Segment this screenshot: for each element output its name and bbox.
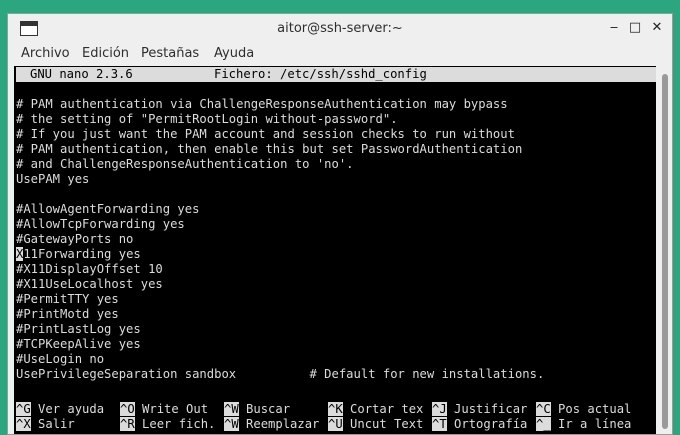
editor-line: # PAM authentication, then enable this b… xyxy=(16,142,523,156)
shortcut-leer-fich: ^R Leer fich. xyxy=(120,417,216,431)
window-title: aitor@ssh-server:~ xyxy=(277,21,403,36)
editor-line-rest: 11Forwarding yes xyxy=(23,247,141,261)
shortcut-ver-ayuda: ^G Ver ayuda xyxy=(16,402,105,416)
editor-line: # If you just want the PAM account and s… xyxy=(16,127,515,141)
shortcut-write-out: ^O Write Out xyxy=(120,402,209,416)
minimize-button[interactable]: ‒ xyxy=(605,19,623,37)
editor-line: #TCPKeepAlive yes xyxy=(16,337,141,351)
menu-ayuda[interactable]: Ayuda xyxy=(214,46,254,61)
editor-line-cursor: X11Forwarding yes xyxy=(16,247,141,262)
editor-line: # PAM authentication via ChallengeRespon… xyxy=(16,97,508,111)
editor-line: #UseLogin no xyxy=(16,352,105,366)
title-bar[interactable]: aitor@ssh-server:~ ‒ □ ✕ xyxy=(8,14,672,44)
shortcut-salir: ^X Salir xyxy=(16,417,75,431)
editor-line: # the setting of "PermitRootLogin withou… xyxy=(16,112,398,126)
editor-line: #PrintLastLog yes xyxy=(16,322,141,336)
editor-line: #GatewayPorts no xyxy=(16,232,134,246)
terminal-scrollbar[interactable] xyxy=(659,66,670,434)
shortcut-ir-a-linea: ^_ Ir a línea xyxy=(536,417,632,431)
shortcut-justificar: ^J Justificar xyxy=(432,402,528,416)
close-button[interactable]: ✕ xyxy=(648,19,666,37)
editor-line: #AllowAgentForwarding yes xyxy=(16,202,200,216)
menu-archivo[interactable]: Archivo xyxy=(21,46,70,61)
editor-line: UsePrivilegeSeparation sandbox # Default… xyxy=(16,367,545,381)
terminal-window: aitor@ssh-server:~ ‒ □ ✕ Archivo Edición… xyxy=(7,13,673,435)
editor-line: #PrintMotd yes xyxy=(16,307,119,321)
shortcut-buscar: ^W Buscar xyxy=(224,402,291,416)
editor-line: #X11UseLocalhost yes xyxy=(16,277,163,291)
shortcut-cortar: ^K Cortar tex xyxy=(328,402,424,416)
editor-line: # and ChallengeResponseAuthentication to… xyxy=(16,157,354,171)
menu-pestanas[interactable]: Pestañas xyxy=(141,46,199,61)
shortcut-reemplazar: ^W Reemplazar xyxy=(224,417,320,431)
shortcut-ortografia: ^T Ortografía xyxy=(432,417,528,431)
menu-bar: Archivo Edición Pestañas Ayuda xyxy=(8,44,672,66)
editor-line: #X11DisplayOffset 10 xyxy=(16,262,163,276)
maximize-button[interactable]: □ xyxy=(626,19,644,37)
shortcut-uncut-text: ^U Uncut Text xyxy=(328,417,424,431)
terminal-screen[interactable]: GNU nano 2.3.6 Fichero: /etc/ssh/sshd_co… xyxy=(14,66,656,434)
nano-version: GNU nano 2.3.6 xyxy=(30,67,133,81)
nano-file-label: Fichero: /etc/ssh/sshd_config xyxy=(214,67,427,81)
menu-edicion[interactable]: Edición xyxy=(82,46,129,61)
nano-header: GNU nano 2.3.6 Fichero: /etc/ssh/sshd_co… xyxy=(16,67,656,82)
editor-line: #PermitTTY yes xyxy=(16,292,119,306)
editor-line: UsePAM yes xyxy=(16,172,90,186)
shortcut-pos-actual: ^C Pos actual xyxy=(536,402,632,416)
scrollbar-thumb[interactable] xyxy=(662,74,668,429)
editor-line: #AllowTcpForwarding yes xyxy=(16,217,185,231)
